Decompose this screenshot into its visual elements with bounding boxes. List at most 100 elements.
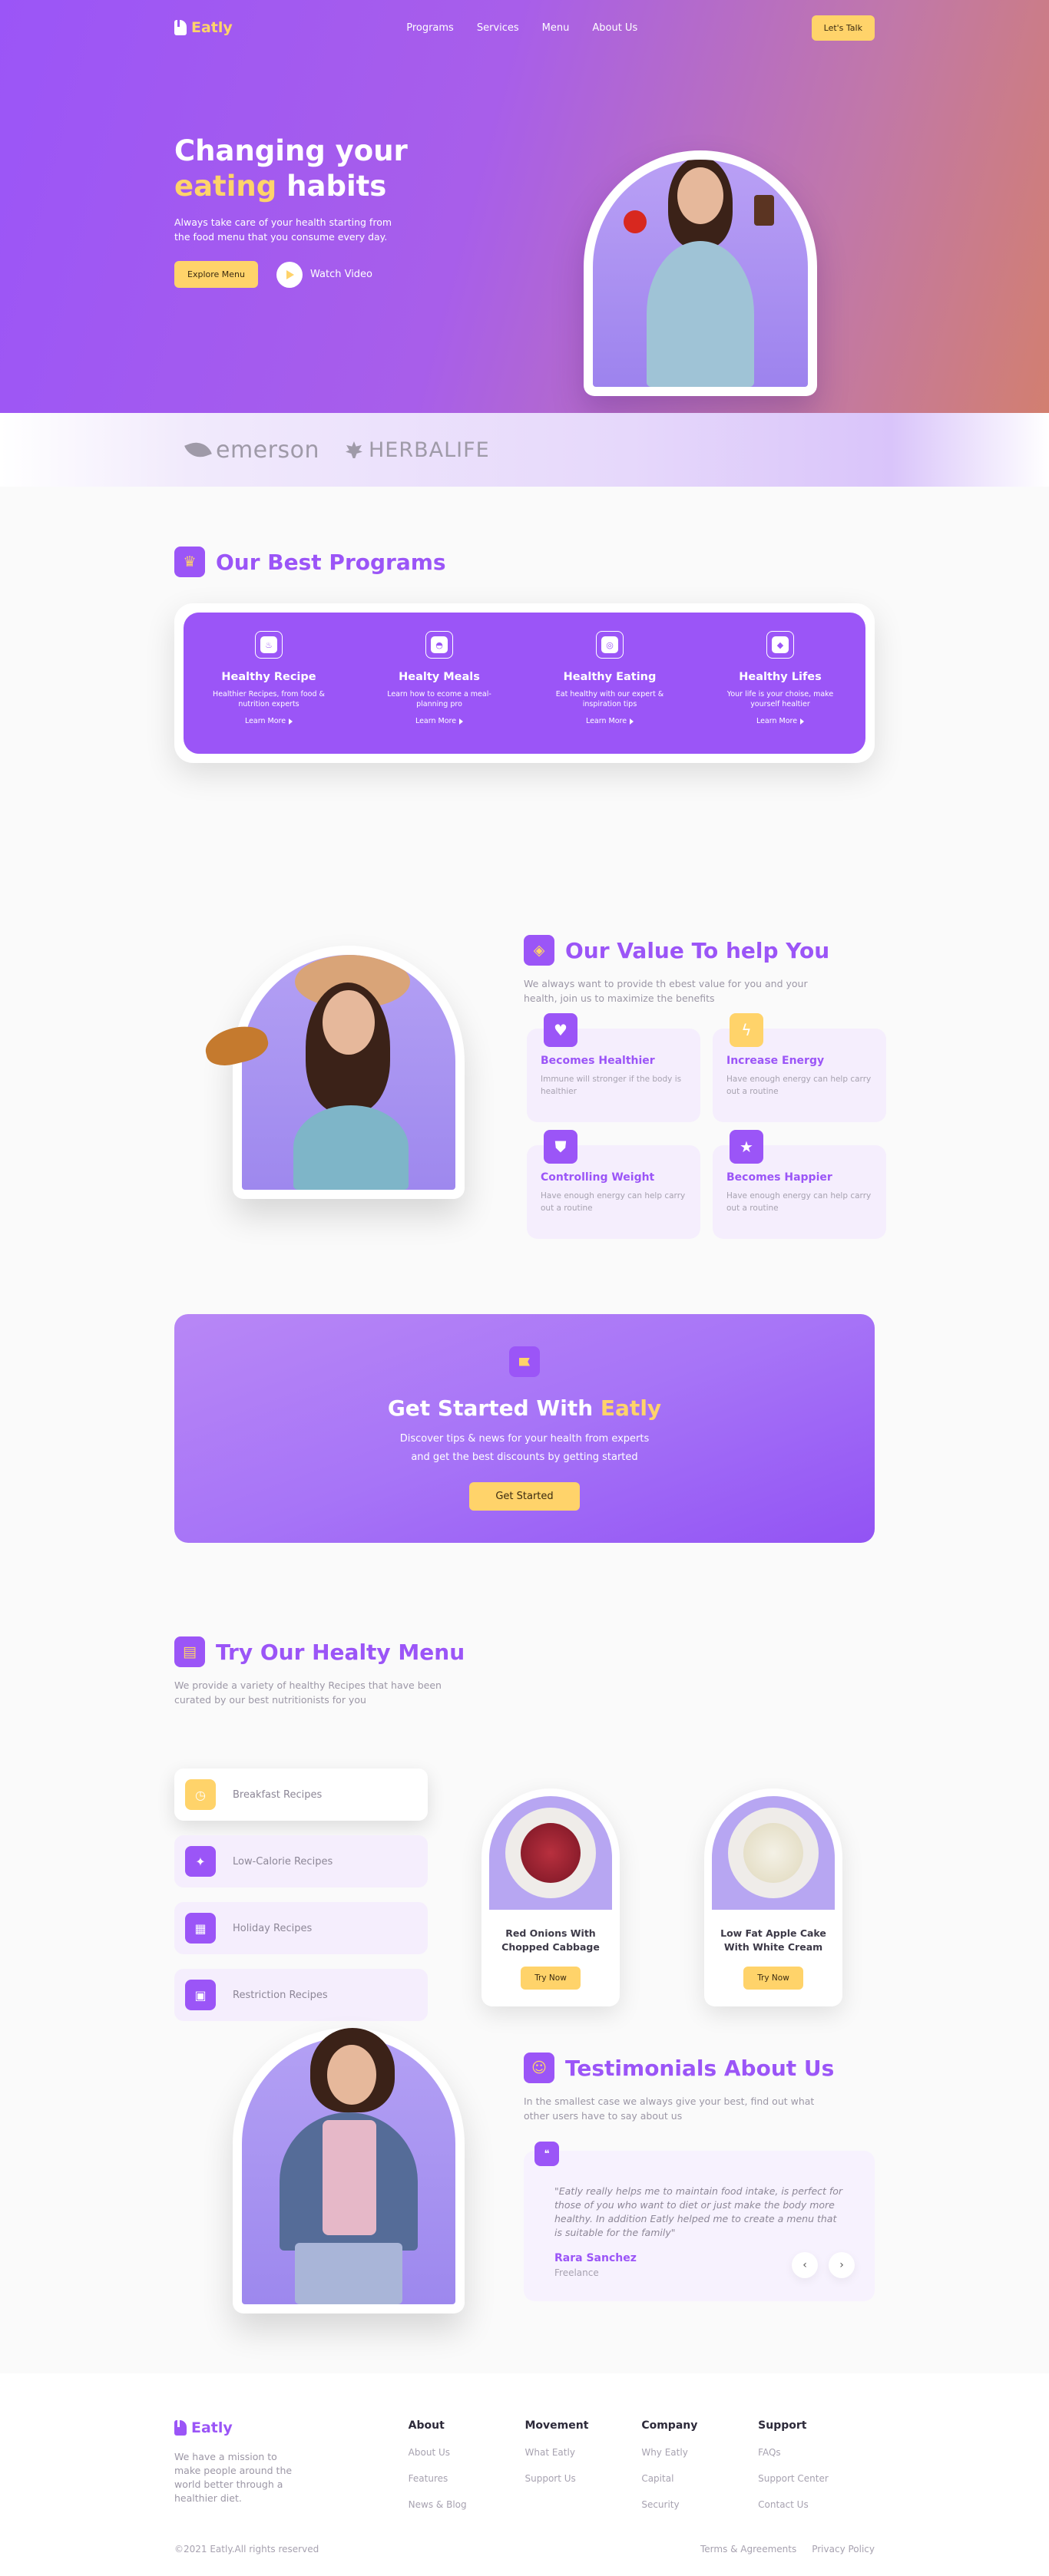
footer-logo[interactable]: Eatly xyxy=(174,2419,409,2436)
brand-logo[interactable]: Eatly xyxy=(174,19,233,36)
footer-link[interactable]: About Us xyxy=(409,2447,525,2458)
clock-icon: ◷ xyxy=(185,1779,216,1810)
nav-link-programs[interactable]: Programs xyxy=(406,22,454,34)
footer-link[interactable]: Support Center xyxy=(758,2473,875,2484)
partners-strip: emerson HERBALIFE xyxy=(0,413,1049,487)
maple-leaf-icon xyxy=(345,441,362,458)
chat-smile-icon: ☺ xyxy=(524,2053,554,2083)
explore-menu-button[interactable]: Explore Menu xyxy=(174,261,258,288)
diamond-icon: ◈ xyxy=(524,935,554,966)
footer-link[interactable]: Why Eatly xyxy=(641,2447,758,2458)
program-healthy-lifes: ◆ Healthy Lifes Your life is your choise… xyxy=(695,613,865,754)
compass-icon: ✦ xyxy=(185,1846,216,1877)
footer-col-title: Support xyxy=(758,2419,807,2432)
lets-talk-button[interactable]: Let's Talk xyxy=(811,15,875,41)
value-card-happier: ★ Becomes Happier Have enough energy can… xyxy=(713,1130,886,1239)
laughing-woman-figure xyxy=(256,2028,441,2304)
footer-link[interactable]: What Eatly xyxy=(525,2447,642,2458)
nav-links: Programs Services Menu About Us xyxy=(406,22,637,34)
learn-more-link[interactable]: Learn More xyxy=(586,717,634,725)
testimonial-card: ❝ "Eatly really helps me to maintain foo… xyxy=(524,2142,875,2301)
woman-figure xyxy=(624,160,777,387)
hero-title-line1: Changing your xyxy=(174,134,408,167)
hero-title-accent: eating xyxy=(174,170,277,203)
privacy-link[interactable]: Privacy Policy xyxy=(812,2544,875,2555)
footer-link[interactable]: Capital xyxy=(641,2473,758,2484)
footer-link[interactable]: News & Blog xyxy=(409,2499,525,2510)
chevron-left-icon[interactable]: ‹ xyxy=(792,2252,818,2278)
value-card-desc: Have enough energy can help carry out a … xyxy=(541,1191,686,1213)
play-icon xyxy=(276,261,303,288)
cta-banner: Get Started With Eatly Discover tips & n… xyxy=(174,1314,875,1543)
watch-video-label: Watch Video xyxy=(309,269,373,280)
cta-title: Get Started With Eatly xyxy=(388,1395,661,1421)
footer-col-title: About xyxy=(408,2419,445,2432)
try-now-button[interactable]: Try Now xyxy=(743,1967,803,1990)
hero-description: Always take care of your health starting… xyxy=(174,216,392,243)
nav-link-about[interactable]: About Us xyxy=(592,22,637,34)
terms-link[interactable]: Terms & Agreements xyxy=(700,2544,796,2555)
watch-video-button[interactable]: Watch Video xyxy=(276,261,373,288)
program-desc: Eat healthy with our expert & inspiratio… xyxy=(555,690,664,708)
footer-col-title: Company xyxy=(641,2419,698,2432)
dish-name: Red Onions With Chopped Cabbage xyxy=(501,1927,600,1953)
try-now-button[interactable]: Try Now xyxy=(521,1967,581,1990)
footer-col-about: About About Us Features News & Blog xyxy=(409,2419,525,2525)
dish-card: Low Fat Apple Cake With White Cream Try … xyxy=(704,1788,842,2006)
heart-icon: ♥ xyxy=(544,1013,577,1047)
chef-hat-icon: ♨ xyxy=(255,631,283,659)
hero-image xyxy=(584,150,817,396)
partner-emerson-label: emerson xyxy=(216,436,319,464)
chat-bubble-icon: ❝ xyxy=(534,2142,559,2166)
logo-icon xyxy=(174,20,187,35)
value-card-desc: Have enough energy can help carry out a … xyxy=(726,1191,872,1213)
footer-col-title: Movement xyxy=(524,2419,589,2432)
category-breakfast[interactable]: ◷ Breakfast Recipes xyxy=(174,1769,428,1821)
testimonials-title: Testimonials About Us xyxy=(565,2055,835,2081)
hero-section: Eatly Programs Services Menu About Us Le… xyxy=(0,0,1049,413)
footer-link[interactable]: Contact Us xyxy=(758,2499,875,2510)
footer-link[interactable]: Security xyxy=(641,2499,758,2510)
get-started-button[interactable]: Get Started xyxy=(469,1482,580,1511)
learn-more-link[interactable]: Learn More xyxy=(415,717,463,725)
category-label: Breakfast Recipes xyxy=(233,1788,323,1801)
hero-title: Changing your eating habits xyxy=(174,134,435,204)
apple-icon xyxy=(624,210,647,233)
programs-section: ♛ Our Best Programs ♨ Healthy Recipe Hea… xyxy=(0,487,1049,878)
footer-brand-name: Eatly xyxy=(191,2419,233,2436)
learn-more-link[interactable]: Learn More xyxy=(756,717,804,725)
program-desc: Your life is your choise, make yourself … xyxy=(726,690,834,708)
category-holiday[interactable]: ▦ Holiday Recipes xyxy=(174,1902,428,1954)
menu-description: We provide a variety of healthy Recipes … xyxy=(174,1679,442,1706)
leaf-icon xyxy=(184,438,212,462)
footer-description: We have a mission to make people around … xyxy=(174,2451,293,2504)
menu-book-icon: ▤ xyxy=(174,1636,205,1667)
value-card-energy: ϟ Increase Energy Have enough energy can… xyxy=(713,1013,886,1122)
menu-section: ▤ Try Our Healty Menu We provide a varie… xyxy=(0,1600,1049,2021)
testimonial-quote: "Eatly really helps me to maintain food … xyxy=(554,2185,843,2238)
learn-more-link[interactable]: Learn More xyxy=(245,717,293,725)
menu-categories: ◷ Breakfast Recipes ✦ Low-Calorie Recipe… xyxy=(174,1769,428,2036)
footer-link[interactable]: FAQs xyxy=(758,2447,875,2458)
hero-actions: Explore Menu Watch Video xyxy=(174,261,435,288)
value-card-weight: ⛊ Controlling Weight Have enough energy … xyxy=(527,1130,700,1239)
category-low-calorie[interactable]: ✦ Low-Calorie Recipes xyxy=(174,1835,428,1887)
hero-content: Changing your eating habits Always take … xyxy=(174,134,435,288)
footer-link[interactable]: Support Us xyxy=(525,2473,642,2484)
program-desc: Healthier Recipes, from food & nutrition… xyxy=(213,690,325,708)
value-card-healthier: ♥ Becomes Healthier Immune will stronger… xyxy=(527,1013,700,1122)
value-card-desc: Have enough energy can help carry out a … xyxy=(726,1075,872,1096)
category-label: Low-Calorie Recipes xyxy=(233,1855,333,1868)
testimonials-section: ☺ Testimonials About Us In the smallest … xyxy=(0,1999,1049,2373)
flag-icon xyxy=(509,1346,540,1377)
crown-icon: ♛ xyxy=(174,547,205,577)
nav-link-services[interactable]: Services xyxy=(477,22,519,34)
chevron-right-icon[interactable]: › xyxy=(829,2252,855,2278)
footer-col-support: Support FAQs Support Center Contact Us xyxy=(758,2419,875,2525)
footer-link[interactable]: Features xyxy=(409,2473,525,2484)
shield-icon: ◆ xyxy=(766,631,794,659)
nav-link-menu[interactable]: Menu xyxy=(542,22,570,34)
cta-title-accent: Eatly xyxy=(600,1395,662,1421)
menu-title: Try Our Healty Menu xyxy=(216,1639,465,1665)
dish-image xyxy=(489,1796,612,1910)
